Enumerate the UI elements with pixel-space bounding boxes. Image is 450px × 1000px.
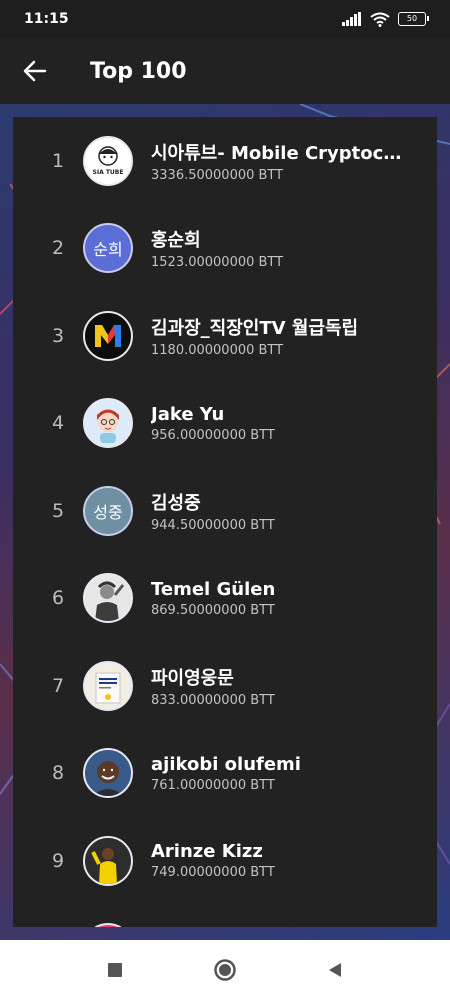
person-photo-icon [93, 761, 123, 797]
status-bar: 11:15 50 [0, 0, 450, 38]
rank-number: 3 [51, 324, 65, 347]
avatar [83, 835, 133, 886]
wifi-icon [370, 12, 390, 27]
circle-icon [214, 959, 236, 981]
list-item[interactable]: 6 Temel Gülen 869.50000000 BTT [13, 555, 437, 643]
list-item[interactable]: 3 김과장_직장인TV 월급독립 1180.00000000 BTT [13, 292, 437, 380]
member-name: 파이영웅문 [151, 667, 234, 689]
rank-number: 8 [51, 762, 65, 785]
rank-number: 7 [51, 674, 65, 697]
member-info: 파이영웅문 833.00000000 BTT [151, 664, 413, 708]
system-nav-bar [0, 940, 450, 1000]
member-name: Jake Yu [151, 403, 225, 425]
member-amount: 1523.00000000 BTT [151, 255, 284, 271]
avatar-initials: 순희 [93, 240, 123, 260]
avatar [83, 923, 133, 927]
member-amount: 1180.00000000 BTT [151, 342, 284, 358]
triangle-icon [329, 963, 341, 977]
member-name: 김성중 [151, 492, 201, 514]
member-name: Temel Gülen [151, 578, 276, 600]
member-amount: 956.00000000 BTT [151, 427, 275, 443]
member-amount: 761.00000000 BTT [151, 777, 275, 793]
avatar [83, 398, 133, 449]
ranking-list[interactable]: 1 SIA TUBE 시아튜브- Mobile Cryptocurr… 3336… [13, 117, 437, 927]
member-amount: 833.00000000 BTT [151, 692, 275, 708]
member-amount: 3336.50000000 BTT [151, 167, 284, 183]
pink-avatar-icon [85, 925, 131, 927]
member-name: 홍순희 [151, 230, 201, 252]
list-item[interactable]: 9 Arinze Kizz 749.00000000 BTT [13, 817, 437, 905]
signal-icon [342, 12, 361, 26]
battery-icon: 50 [398, 12, 429, 26]
back-button[interactable] [0, 38, 70, 104]
square-icon [108, 963, 122, 977]
avatar [83, 660, 133, 711]
avatar: 순희 [83, 223, 133, 274]
member-name: Arinze Kizz [151, 841, 263, 863]
sia-tube-logo-icon: SIA TUBE [93, 146, 124, 176]
avatar: SIA TUBE [83, 135, 133, 186]
rank-number: 6 [51, 587, 65, 610]
svg-text:SIA TUBE: SIA TUBE [93, 169, 124, 176]
member-info: Jake Yu 956.00000000 BTT [151, 404, 413, 443]
avatar-initials: 성중 [93, 502, 123, 522]
page-title: Top 100 [90, 58, 187, 84]
member-info: 김과장_직장인TV 월급독립 1180.00000000 BTT [151, 314, 413, 358]
avatar: 성중 [83, 485, 133, 536]
avatar [83, 310, 133, 361]
home-button[interactable] [205, 950, 245, 990]
recents-button[interactable] [95, 950, 135, 990]
member-amount: 749.00000000 BTT [151, 865, 275, 881]
list-item[interactable]: 4 Jake Yu 956.00000000 BTT [13, 380, 437, 468]
member-amount: 944.50000000 BTT [151, 517, 275, 533]
member-name: ajikobi olufemi [151, 753, 301, 775]
list-item[interactable]: 2 순희 홍순희 1523.00000000 BTT [13, 205, 437, 293]
person-photo-icon [95, 581, 125, 622]
member-info: Arinze Kizz 749.00000000 BTT [151, 841, 413, 880]
rank-number: 9 [51, 849, 65, 872]
avatar [83, 748, 133, 799]
member-name: 시아튜브- Mobile Cryptocurr… [151, 142, 413, 164]
status-time: 11:15 [24, 11, 69, 27]
member-name: 김과장_직장인TV 월급독립 [151, 317, 359, 339]
arrow-left-icon [23, 60, 47, 82]
person-photo-yellow-icon [91, 847, 117, 884]
list-item[interactable]: 10 압쿠 [13, 905, 437, 927]
list-item[interactable]: 5 성중 김성중 944.50000000 BTT [13, 467, 437, 555]
list-item[interactable]: 1 SIA TUBE 시아튜브- Mobile Cryptocurr… 3336… [13, 117, 437, 205]
rank-number: 2 [51, 237, 65, 260]
status-icons: 50 [342, 12, 429, 27]
cartoon-person-icon [97, 409, 119, 444]
avatar [83, 573, 133, 624]
member-info: 홍순희 1523.00000000 BTT [151, 226, 413, 270]
back-nav-button[interactable] [315, 950, 355, 990]
rank-number: 4 [51, 412, 65, 435]
member-info: ajikobi olufemi 761.00000000 BTT [151, 754, 413, 793]
app-bar: Top 100 [0, 38, 450, 104]
member-info: Temel Gülen 869.50000000 BTT [151, 579, 413, 618]
member-amount: 869.50000000 BTT [151, 602, 275, 618]
book-cover-icon [95, 672, 121, 704]
member-info: 시아튜브- Mobile Cryptocurr… 3336.50000000 B… [151, 139, 413, 183]
rank-number: 5 [51, 499, 65, 522]
rank-number: 1 [51, 149, 65, 172]
member-info: 김성중 944.50000000 BTT [151, 489, 413, 533]
m-logo-icon [95, 324, 121, 347]
list-item[interactable]: 7 파이영웅문 833.00000000 BTT [13, 642, 437, 730]
list-item[interactable]: 8 ajikobi olufemi 761.00000000 BTT [13, 730, 437, 818]
